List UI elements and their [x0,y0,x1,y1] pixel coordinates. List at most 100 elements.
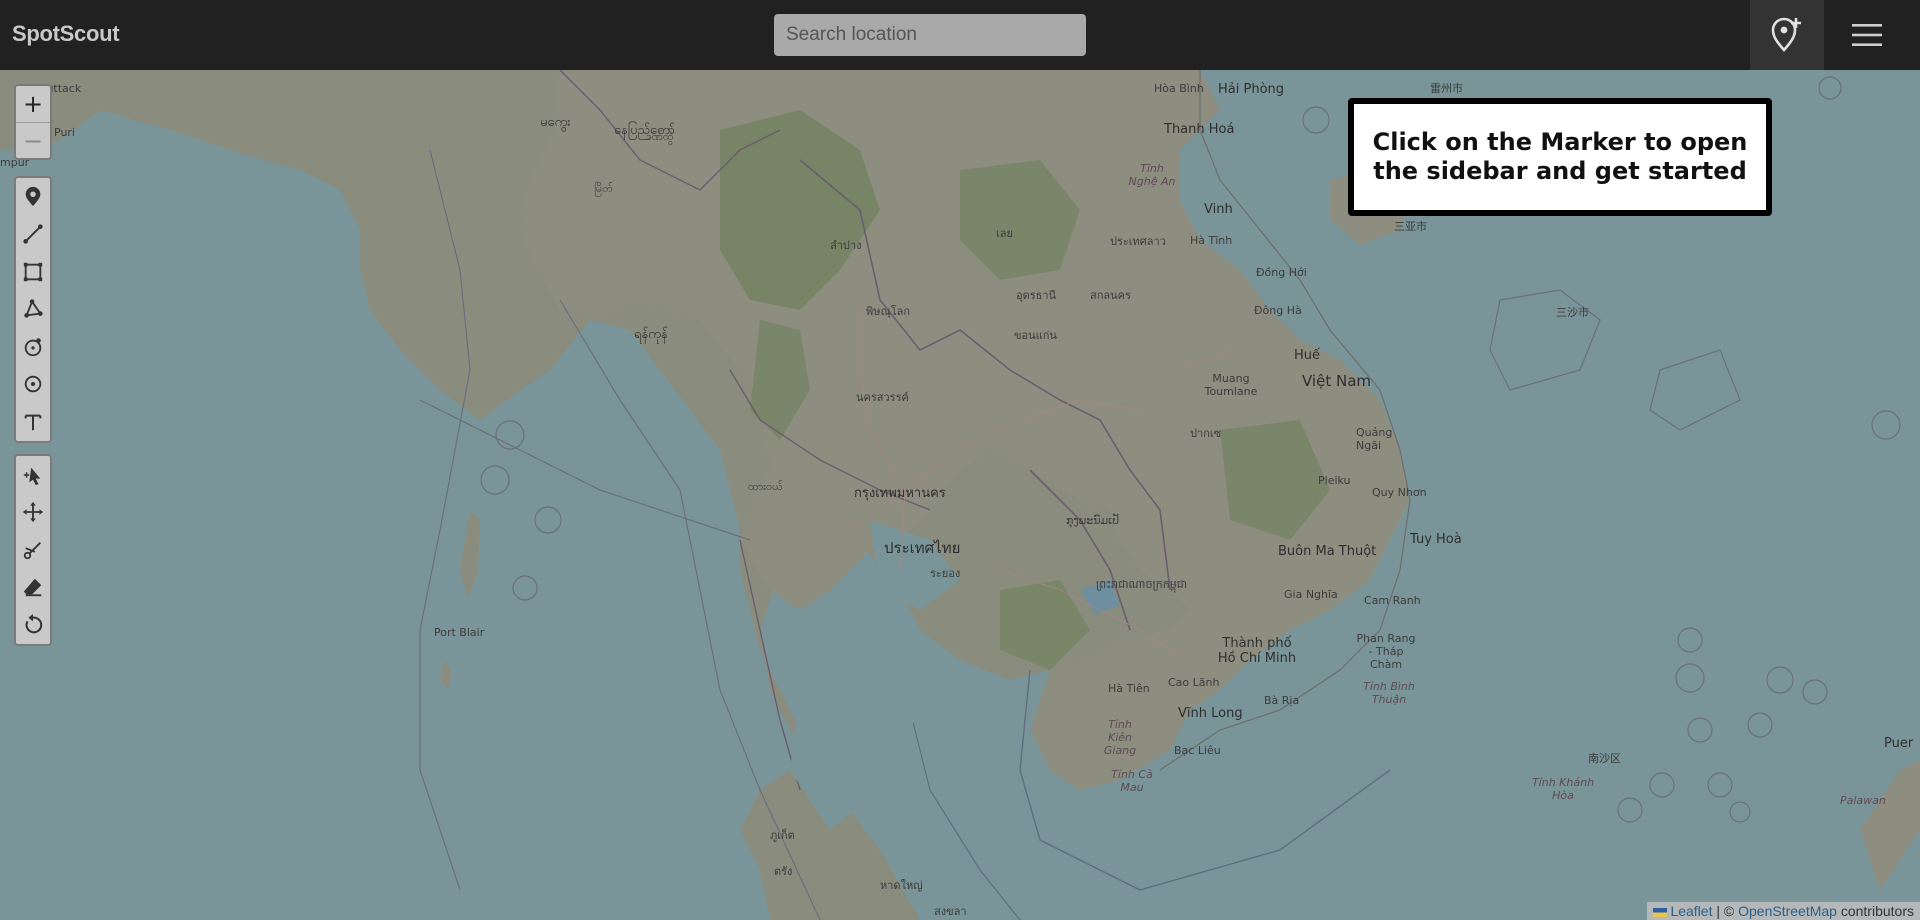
draw-text-button[interactable] [16,403,50,441]
draw-circle-marker-button[interactable] [16,366,50,404]
menu-button[interactable] [1830,0,1904,70]
place-label: สกลนคร [1090,289,1131,302]
map-pin-plus-icon [1771,17,1801,52]
place-label: Pleiku [1318,474,1351,487]
brand-logo[interactable]: SpotScout [12,21,120,47]
rectangle-icon [23,262,43,281]
draw-rectangle-button[interactable] [16,253,50,291]
place-label: ประเทศลาว [1110,235,1166,248]
place-label: Quảng Ngãi [1356,426,1393,452]
place-label: Tỉnh Kiên Giang [1103,718,1137,757]
place-label: Gia Nghĩa [1284,588,1338,601]
add-marker-button[interactable] [1750,0,1824,70]
place-label: Bà Rịa [1264,694,1300,707]
place-label: Quy Nhơn [1372,486,1427,499]
place-label: နေပြည်တော် [614,123,676,138]
getting-started-hint: Click on the Marker to open the sidebar … [1348,98,1772,216]
polygon-icon [24,299,43,318]
place-label: Huế [1294,348,1321,363]
place-label: หาดใหญ่ [880,879,923,892]
place-label: Thanh Hoá [1164,122,1235,137]
search-input[interactable] [774,14,1086,56]
place-label: เลย [996,227,1013,240]
place-label: ກຸງພະນົມເປັ [1066,514,1120,527]
place-label: Palawan [1840,794,1886,807]
drag-icon [22,502,44,523]
place-label: Tuy Hoà [1410,532,1462,547]
place-label: Bạc Liêu [1174,744,1221,757]
place-label: Hòa Bình [1154,82,1204,95]
place-label: ရန်ကုန် [634,327,668,342]
place-label: Tỉnh Khánh Hòa [1531,776,1595,802]
hint-text: Click on the Marker to open the sidebar … [1372,128,1748,185]
ukraine-flag-icon [1653,907,1668,917]
circle-icon [24,338,42,356]
edit-toolbar [14,454,52,646]
place-label: Muang Toumlane [1204,372,1258,398]
place-label: ปากเซ [1190,427,1222,440]
place-label: อุดรธานี [1016,289,1057,302]
place-label: ตรัง [774,865,793,878]
edit-layers-button[interactable] [16,456,50,494]
attribution-separator: | © [1712,903,1739,919]
cut-icon [23,541,41,559]
place-label: Cam Ranh [1364,594,1421,607]
place-label: กรุงเทพมหานคร [854,486,946,501]
place-label: Việt Nam [1302,372,1372,390]
place-label: ลำปาง [830,239,862,252]
top-navbar: SpotScout [0,0,1920,70]
place-label: Buôn Ma Thuột [1278,544,1377,559]
remove-layers-button[interactable] [16,569,50,607]
circle-marker-icon [24,376,42,393]
place-label: 三亚市 [1394,220,1427,233]
drag-layers-button[interactable] [16,494,50,532]
draw-polyline-button[interactable] [16,216,50,254]
attribution-suffix: contributors [1836,903,1914,919]
draw-marker-button[interactable] [16,178,50,216]
text-icon [24,414,42,430]
draw-polygon-button[interactable] [16,291,50,329]
place-label: 雷州市 [1430,82,1463,95]
place-label: Hải Phòng [1218,82,1285,97]
zoom-control: + − [14,84,52,160]
place-label: ประเทศไทย [884,539,961,557]
place-label: ขอนแก่น [1014,329,1057,342]
leaflet-link[interactable]: Leaflet [1670,903,1712,919]
zoom-in-button[interactable]: + [16,86,50,122]
place-label: Thành phố Hồ Chí Minh [1217,636,1297,666]
eraser-icon [23,579,42,597]
place-label: Hà Tiên [1108,682,1150,695]
hamburger-menu-icon [1852,24,1882,46]
place-label: 南沙区 [1588,752,1621,765]
map-canvas[interactable]: Puttack Puri mpur Hòa Bình Hải Phòng Tha… [0,70,1920,920]
place-label: မကွေး [540,115,571,130]
osm-link[interactable]: OpenStreetMap [1738,903,1837,919]
place-label: Vĩnh Long [1178,706,1243,721]
zoom-out-button[interactable]: − [16,122,50,158]
place-label: นครสวรรค์ [856,391,909,404]
place-label: Đông Hà [1254,304,1302,317]
place-label: Puri [54,126,75,139]
place-label: ระยอง [930,567,961,580]
place-label: မြိတ် [594,182,613,195]
draw-circle-button[interactable] [16,328,50,366]
polyline-icon [23,224,43,244]
place-label: ภูเก็ต [770,829,795,842]
draw-toolbar [14,176,52,443]
rotate-icon [25,613,43,634]
place-label: ព្រះរាជាណាចក្រកម្ពុជា [1096,578,1188,591]
place-label: สงขลา [934,905,967,918]
edit-icon [23,467,41,485]
place-label: Tỉnh Bình Thuận [1363,680,1415,706]
place-label: ထားဝယ် [748,480,783,493]
place-label: พิษณุโลก [866,305,911,318]
cut-layers-button[interactable] [16,531,50,569]
rotate-layers-button[interactable] [16,606,50,644]
marker-icon [25,186,41,206]
place-label: Port Blair [434,626,485,639]
place-label: Tĩnh Nghệ An [1128,162,1176,188]
place-label: Đồng Hới [1256,266,1307,279]
place-label: 三沙市 [1556,306,1589,319]
place-label: Phan Rang - Tháp Chàm [1356,632,1416,671]
place-label: Tỉnh Cà Mau [1111,768,1153,794]
